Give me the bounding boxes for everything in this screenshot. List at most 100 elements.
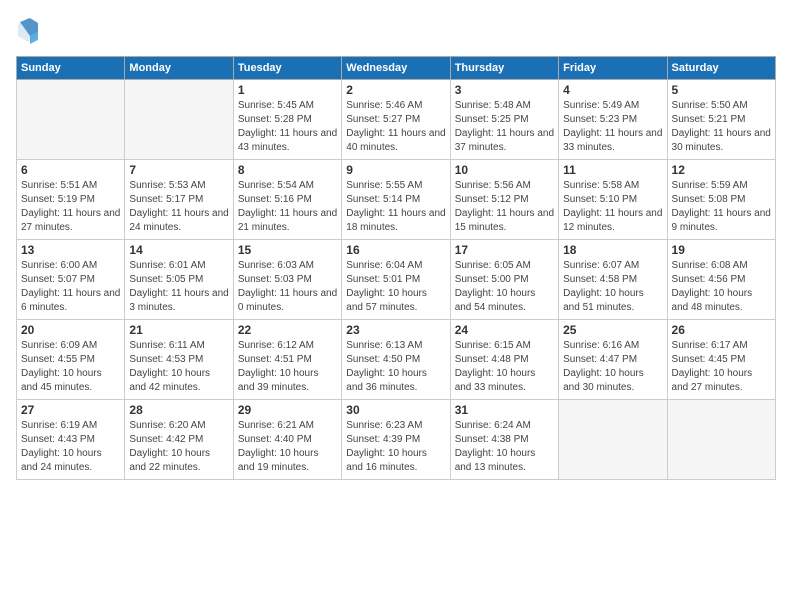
day-number: 18	[563, 243, 662, 257]
weekday-header-wednesday: Wednesday	[342, 57, 450, 80]
day-info: Sunrise: 5:54 AMSunset: 5:16 PMDaylight:…	[238, 179, 337, 235]
weekday-header-saturday: Saturday	[667, 57, 775, 80]
calendar-table: SundayMondayTuesdayWednesdayThursdayFrid…	[16, 56, 776, 480]
calendar-cell: 28Sunrise: 6:20 AMSunset: 4:42 PMDayligh…	[125, 400, 233, 480]
calendar-cell: 3 Sunrise: 5:48 AMSunset: 5:25 PMDaylight…	[450, 80, 558, 160]
calendar-cell	[125, 80, 233, 160]
day-info: Sunrise: 6:17 AMSunset: 4:45 PMDaylight:…	[672, 339, 771, 395]
calendar-week-row: 20 Sunrise: 6:09 AMSunset: 4:55 PMDayligh…	[17, 320, 776, 400]
day-number: 29	[238, 403, 337, 417]
weekday-header-thursday: Thursday	[450, 57, 558, 80]
day-info: Sunrise: 6:16 AMSunset: 4:47 PMDaylight:…	[563, 339, 662, 395]
calendar-cell: 1 Sunrise: 5:45 AMSunset: 5:28 PMDaylight…	[233, 80, 341, 160]
day-info: Sunrise: 6:13 AMSunset: 4:50 PMDaylight:…	[346, 339, 445, 395]
day-info: Sunrise: 5:53 AMSunset: 5:17 PMDaylight:…	[129, 179, 228, 235]
calendar-cell: 25 Sunrise: 6:16 AMSunset: 4:47 PMDayligh…	[559, 320, 667, 400]
day-number: 24	[455, 323, 554, 337]
day-number: 10	[455, 163, 554, 177]
day-info: Sunrise: 5:46 AMSunset: 5:27 PMDaylight:…	[346, 99, 445, 155]
day-info: Sunrise: 6:20 AMSunset: 4:42 PMDaylight:…	[129, 419, 228, 475]
calendar-cell: 27 Sunrise: 6:19 AMSunset: 4:43 PMDayligh…	[17, 400, 125, 480]
day-info: Sunrise: 6:07 AMSunset: 4:58 PMDaylight:…	[563, 259, 662, 315]
weekday-header-monday: Monday	[125, 57, 233, 80]
day-info: Sunrise: 5:51 AMSunset: 5:19 PMDaylight:…	[21, 179, 120, 235]
day-info: Sunrise: 5:45 AMSunset: 5:28 PMDaylight:…	[238, 99, 337, 155]
day-number: 13	[21, 243, 120, 257]
day-info: Sunrise: 6:00 AMSunset: 5:07 PMDaylight:…	[21, 259, 120, 315]
calendar-cell	[667, 400, 775, 480]
calendar-cell: 12Sunrise: 5:59 AMSunset: 5:08 PMDayligh…	[667, 160, 775, 240]
calendar-cell: 9 Sunrise: 5:55 AMSunset: 5:14 PMDaylight…	[342, 160, 450, 240]
day-info: Sunrise: 6:12 AMSunset: 4:51 PMDaylight:…	[238, 339, 337, 395]
day-info: Sunrise: 6:05 AMSunset: 5:00 PMDaylight:…	[455, 259, 554, 315]
calendar-cell: 19 Sunrise: 6:08 AMSunset: 4:56 PMDayligh…	[667, 240, 775, 320]
day-info: Sunrise: 5:55 AMSunset: 5:14 PMDaylight:…	[346, 179, 445, 235]
day-number: 22	[238, 323, 337, 337]
day-number: 8	[238, 163, 337, 177]
day-number: 4	[563, 83, 662, 97]
calendar-cell: 4 Sunrise: 5:49 AMSunset: 5:23 PMDaylight…	[559, 80, 667, 160]
weekday-header-friday: Friday	[559, 57, 667, 80]
day-number: 19	[672, 243, 771, 257]
day-number: 14	[129, 243, 228, 257]
day-number: 31	[455, 403, 554, 417]
calendar-cell: 29 Sunrise: 6:21 AMSunset: 4:40 PMDayligh…	[233, 400, 341, 480]
calendar-week-row: 6 Sunrise: 5:51 AMSunset: 5:19 PMDaylight…	[17, 160, 776, 240]
calendar-cell: 8 Sunrise: 5:54 AMSunset: 5:16 PMDaylight…	[233, 160, 341, 240]
day-info: Sunrise: 6:09 AMSunset: 4:55 PMDaylight:…	[21, 339, 120, 395]
calendar-cell: 11Sunrise: 5:58 AMSunset: 5:10 PMDayligh…	[559, 160, 667, 240]
logo-icon	[16, 16, 40, 44]
day-number: 27	[21, 403, 120, 417]
day-number: 30	[346, 403, 445, 417]
day-info: Sunrise: 5:50 AMSunset: 5:21 PMDaylight:…	[672, 99, 771, 155]
day-number: 25	[563, 323, 662, 337]
calendar-week-row: 1 Sunrise: 5:45 AMSunset: 5:28 PMDaylight…	[17, 80, 776, 160]
calendar-cell	[17, 80, 125, 160]
day-number: 7	[129, 163, 228, 177]
calendar-cell: 7 Sunrise: 5:53 AMSunset: 5:17 PMDaylight…	[125, 160, 233, 240]
calendar-cell: 16 Sunrise: 6:04 AMSunset: 5:01 PMDayligh…	[342, 240, 450, 320]
calendar-cell: 5 Sunrise: 5:50 AMSunset: 5:21 PMDaylight…	[667, 80, 775, 160]
calendar-cell: 15Sunrise: 6:03 AMSunset: 5:03 PMDayligh…	[233, 240, 341, 320]
calendar-cell: 2Sunrise: 5:46 AMSunset: 5:27 PMDaylight…	[342, 80, 450, 160]
day-info: Sunrise: 6:01 AMSunset: 5:05 PMDaylight:…	[129, 259, 228, 315]
calendar-cell: 26 Sunrise: 6:17 AMSunset: 4:45 PMDayligh…	[667, 320, 775, 400]
calendar-cell: 10 Sunrise: 5:56 AMSunset: 5:12 PMDayligh…	[450, 160, 558, 240]
calendar-week-row: 13 Sunrise: 6:00 AMSunset: 5:07 PMDayligh…	[17, 240, 776, 320]
day-number: 26	[672, 323, 771, 337]
calendar-cell: 22 Sunrise: 6:12 AMSunset: 4:51 PMDayligh…	[233, 320, 341, 400]
day-number: 11	[563, 163, 662, 177]
day-info: Sunrise: 6:23 AMSunset: 4:39 PMDaylight:…	[346, 419, 445, 475]
day-number: 16	[346, 243, 445, 257]
calendar-cell: 13 Sunrise: 6:00 AMSunset: 5:07 PMDayligh…	[17, 240, 125, 320]
day-info: Sunrise: 5:56 AMSunset: 5:12 PMDaylight:…	[455, 179, 554, 235]
day-info: Sunrise: 6:19 AMSunset: 4:43 PMDaylight:…	[21, 419, 120, 475]
day-number: 21	[129, 323, 228, 337]
day-info: Sunrise: 6:11 AMSunset: 4:53 PMDaylight:…	[129, 339, 228, 395]
weekday-header-tuesday: Tuesday	[233, 57, 341, 80]
day-number: 9	[346, 163, 445, 177]
calendar-cell: 21 Sunrise: 6:11 AMSunset: 4:53 PMDayligh…	[125, 320, 233, 400]
logo	[16, 16, 44, 44]
day-number: 5	[672, 83, 771, 97]
day-info: Sunrise: 6:04 AMSunset: 5:01 PMDaylight:…	[346, 259, 445, 315]
page-header	[16, 16, 776, 44]
day-number: 20	[21, 323, 120, 337]
calendar-cell	[559, 400, 667, 480]
calendar-cell: 31Sunrise: 6:24 AMSunset: 4:38 PMDayligh…	[450, 400, 558, 480]
calendar-cell: 14 Sunrise: 6:01 AMSunset: 5:05 PMDayligh…	[125, 240, 233, 320]
day-number: 3	[455, 83, 554, 97]
day-info: Sunrise: 5:48 AMSunset: 5:25 PMDaylight:…	[455, 99, 554, 155]
calendar-cell: 24Sunrise: 6:15 AMSunset: 4:48 PMDayligh…	[450, 320, 558, 400]
day-number: 6	[21, 163, 120, 177]
day-info: Sunrise: 6:08 AMSunset: 4:56 PMDaylight:…	[672, 259, 771, 315]
calendar-cell: 30 Sunrise: 6:23 AMSunset: 4:39 PMDayligh…	[342, 400, 450, 480]
day-info: Sunrise: 5:49 AMSunset: 5:23 PMDaylight:…	[563, 99, 662, 155]
day-number: 12	[672, 163, 771, 177]
day-number: 23	[346, 323, 445, 337]
day-number: 1	[238, 83, 337, 97]
day-info: Sunrise: 6:21 AMSunset: 4:40 PMDaylight:…	[238, 419, 337, 475]
day-number: 17	[455, 243, 554, 257]
calendar-cell: 17 Sunrise: 6:05 AMSunset: 5:00 PMDayligh…	[450, 240, 558, 320]
day-number: 15	[238, 243, 337, 257]
